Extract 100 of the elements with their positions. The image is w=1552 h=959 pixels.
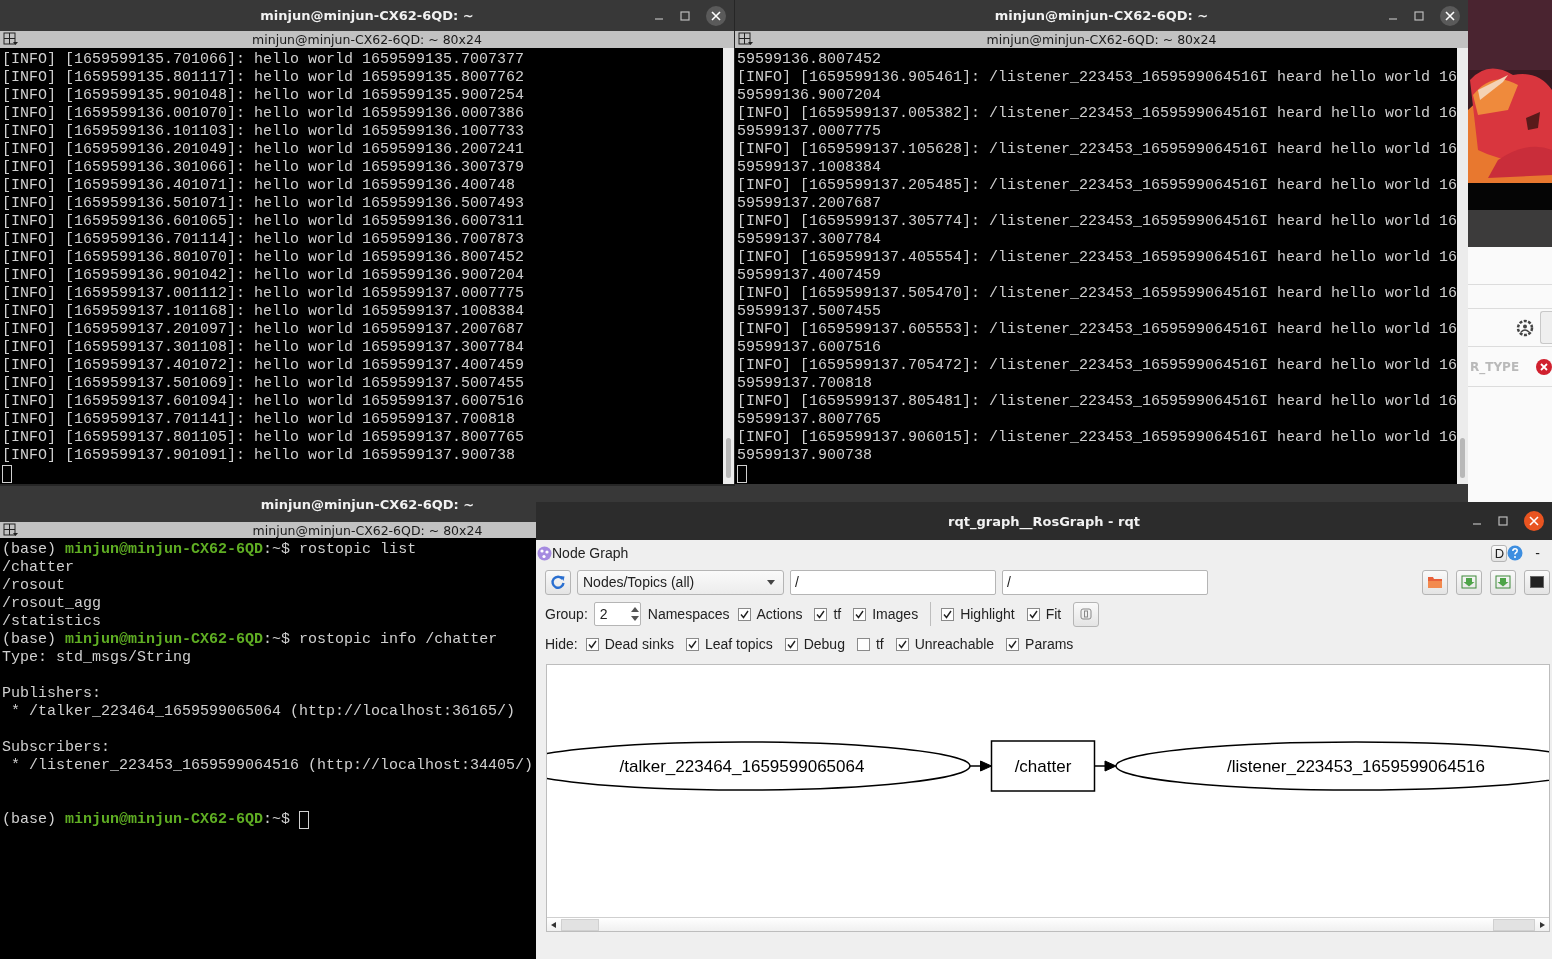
hide-label: Hide: (545, 636, 578, 652)
checkbox-label: Images (872, 606, 919, 622)
terminal-line: Type: std_msgs/String (2, 649, 192, 666)
download-icon[interactable] (1461, 575, 1477, 589)
folder-icon[interactable] (1427, 575, 1443, 589)
checkbox-label: tf (833, 606, 842, 622)
checkbox-label: tf (875, 636, 884, 652)
checkbox[interactable] (814, 607, 828, 621)
terminal-line: [INFO] [1659599137.505470]: /listener_223453_1659599064516I heard hello world 16 (737, 285, 1457, 302)
checkbox[interactable] (784, 637, 798, 651)
terminal-line: 59599136.9007204 (737, 87, 882, 104)
prompt-user: minjun@minjun-CX62-6QD (65, 541, 264, 558)
scroll-thumb[interactable] (1493, 918, 1535, 931)
scroll-thumb[interactable] (1460, 438, 1465, 478)
terminal-line: [INFO] [1659599137.105628]: /listener_223453_1659599064516I heard hello world 16 (737, 141, 1457, 158)
window-title: minjun@minjun-CX62-6QD: ~ (260, 8, 474, 23)
terminal-line: Subscribers: (2, 739, 111, 756)
download-icon[interactable] (1495, 575, 1511, 589)
scrollbar[interactable] (1457, 48, 1468, 484)
terminal-line: [INFO] [1659599135.701066]: hello world 1659599135.7007377 (2, 51, 525, 68)
terminal-line: /rosout_agg (2, 595, 102, 612)
filter-field[interactable]: / (790, 569, 996, 595)
tab-menu-icon[interactable] (738, 32, 753, 46)
open-button[interactable] (1422, 569, 1448, 595)
scrollbar[interactable] (723, 48, 734, 484)
terminal-line: 59599137.5007455 (737, 303, 882, 320)
topic-box[interactable]: /chatter (990, 740, 1096, 792)
help-icon[interactable] (1507, 545, 1524, 561)
close-button[interactable] (1440, 5, 1460, 26)
terminal-line: [INFO] [1659599136.101103]: hello world 1659599136.1007733 (2, 123, 525, 140)
save-image-button[interactable] (1524, 569, 1550, 595)
terminal-line: [INFO] [1659599136.001070]: hello world 1659599136.0007386 (2, 105, 525, 122)
checkbox[interactable] (585, 637, 599, 651)
terminal-line: [INFO] [1659599137.801105]: hello world 1659599137.8007765 (2, 429, 525, 446)
maximize-icon[interactable] (680, 10, 690, 21)
close-button[interactable] (1524, 511, 1544, 531)
checkbox-label: Actions (756, 606, 803, 622)
terminal-line: [INFO] [1659599136.401071]: hello world 1659599136.400748 (2, 177, 516, 194)
option-label: Namespaces (647, 606, 730, 622)
terminal-line: [INFO] [1659599137.805481]: /listener_223453_1659599064516I heard hello world 16 (737, 393, 1457, 410)
dock-button[interactable]: D (1491, 544, 1508, 562)
maximize-icon[interactable] (1498, 516, 1508, 526)
maximize-icon[interactable] (1414, 10, 1424, 21)
scrollbar[interactable] (547, 917, 1549, 931)
checkbox[interactable] (895, 637, 909, 651)
close-button[interactable] (706, 5, 726, 26)
save-dot-button[interactable] (1456, 569, 1482, 595)
terminal-line: [INFO] [1659599137.501069]: hello world 1659599137.5007455 (2, 375, 525, 392)
scroll-thumb[interactable] (561, 918, 599, 931)
scroll-thumb[interactable] (726, 438, 731, 478)
text-cursor (737, 465, 747, 483)
save-svg-button[interactable] (1490, 569, 1516, 595)
terminal-line: [INFO] [1659599137.405554]: /listener_223453_1659599064516I heard hello world 16 (737, 249, 1457, 266)
filter-field[interactable]: / (1002, 569, 1208, 595)
terminal-line: /rosout (2, 577, 65, 594)
terminal-line: [INFO] [1659599137.906015]: /listener_223453_1659599064516I heard hello world 16 (737, 429, 1457, 446)
terminal-line: * /listener_223453_1659599064516 (http://localhost:34405/) (10, 757, 534, 774)
refresh-icon[interactable] (550, 574, 566, 590)
tab-menu-icon[interactable] (3, 32, 18, 46)
terminal-line: 59599137.0007775 (737, 123, 882, 140)
close-icon[interactable] (711, 10, 721, 21)
terminal-line: [INFO] [1659599136.601065]: hello world 1659599136.6007311 (2, 213, 525, 230)
group-spinbox[interactable]: 2 (593, 602, 641, 626)
terminal-line: 59599137.4007459 (737, 267, 882, 284)
fit-icon[interactable] (1080, 608, 1093, 620)
terminal-line: * /talker_223464_1659599065064 (http://localhost:36165/) (10, 703, 516, 720)
terminal-line: [INFO] [1659599137.005382]: /listener_223453_1659599064516I heard hello world 16 (737, 105, 1457, 122)
conda-env: (base) (2, 811, 56, 828)
terminal-line: 59599137.1008384 (737, 159, 882, 176)
terminal-line: [INFO] [1659599135.801117]: hello world 1659599135.8007762 (2, 69, 525, 86)
settings-icon[interactable] (1516, 318, 1534, 337)
terminal-line: [INFO] [1659599137.601094]: hello world 1659599137.6007516 (2, 393, 525, 410)
checkbox[interactable] (685, 637, 699, 651)
checkbox[interactable] (853, 607, 867, 621)
window-title: minjun@minjun-CX62-6QD: ~ (994, 8, 1209, 23)
window-title: rqt_graph__RosGraph - rqt (948, 513, 1140, 529)
checkbox[interactable] (856, 637, 870, 651)
refresh-button[interactable] (545, 569, 571, 595)
close-icon[interactable] (1529, 516, 1539, 526)
minimize-plugin-button[interactable]: - (1535, 545, 1540, 561)
checkbox[interactable] (737, 607, 751, 621)
graph-type-dropdown[interactable]: Nodes/Topics (all) (577, 569, 784, 595)
checkbox[interactable] (1006, 637, 1020, 651)
terminal-line: [INFO] [1659599137.301108]: hello world 1659599137.3007784 (2, 339, 525, 356)
checkbox[interactable] (1026, 607, 1040, 621)
checkbox-label: Unreachable (914, 636, 995, 652)
terminal-line: [INFO] [1659599136.301066]: hello world 1659599136.3007379 (2, 159, 525, 176)
checkbox-label: Highlight (960, 606, 1015, 622)
graph-plugin-icon (537, 545, 552, 561)
close-icon[interactable] (1445, 10, 1455, 21)
checkbox-label: Dead sinks (604, 636, 674, 652)
prompt-path: :~$ (263, 631, 291, 648)
terminal-line: [INFO] [1659599136.701114]: hello world 1659599136.7007873 (2, 231, 525, 248)
graph-canvas[interactable]: /talker_223464_1659599065064 /chatter /listener_223453_1659599064516 (546, 664, 1550, 932)
field-label: R_TYPE (1470, 359, 1520, 374)
terminal-line: 59599137.900738 (737, 447, 873, 464)
tab-menu-icon[interactable] (3, 523, 18, 537)
checkbox[interactable] (941, 607, 955, 621)
terminal-line: 59599137.700818 (737, 375, 873, 392)
caret-icon[interactable] (767, 579, 775, 585)
